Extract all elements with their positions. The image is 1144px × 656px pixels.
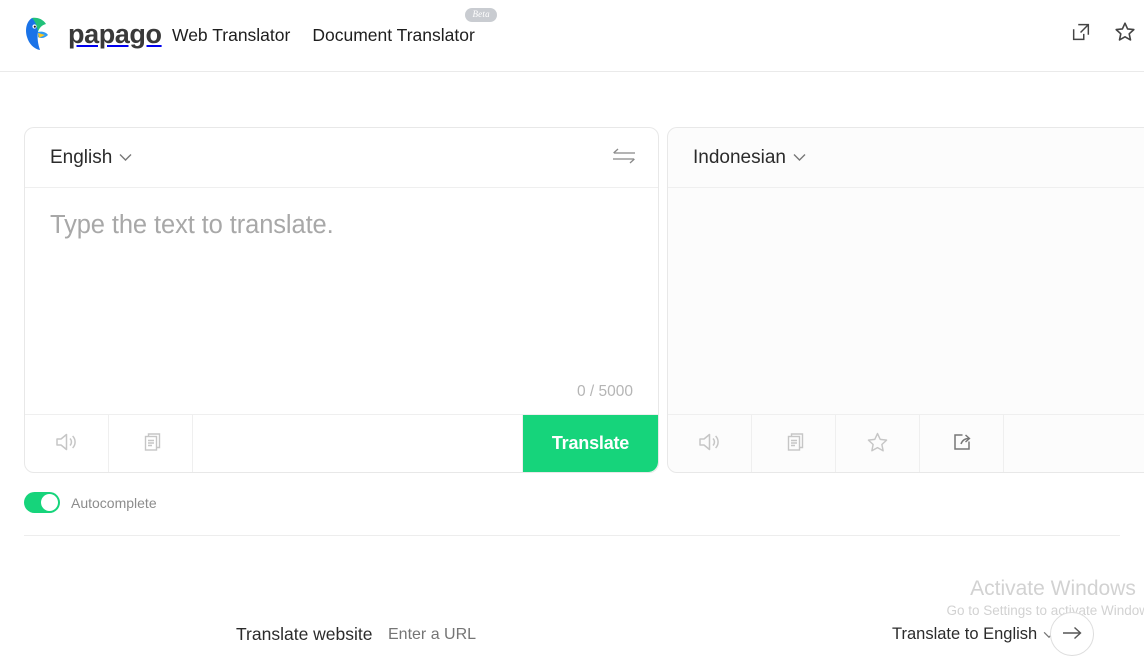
header-actions (1066, 18, 1140, 48)
chevron-down-icon (119, 150, 132, 165)
source-panel-header: English (25, 128, 658, 188)
copy-icon (782, 430, 806, 457)
source-placeholder[interactable]: Type the text to translate. (50, 210, 633, 242)
autocomplete-row: Autocomplete (24, 492, 157, 513)
target-toolbar-spacer (1004, 415, 1144, 472)
app-header: papago Web Translator Document Translato… (0, 0, 1144, 72)
source-panel: English Type the text to translate. 0 (24, 127, 659, 473)
website-target-language-selector[interactable]: Translate to English (892, 625, 1055, 644)
nav-item-document-translator[interactable]: Document Translator Beta (312, 24, 474, 46)
autocomplete-label: Autocomplete (71, 495, 157, 511)
translate-website-label: Translate website (236, 624, 373, 645)
share-icon (950, 430, 974, 457)
website-url-input[interactable] (388, 626, 688, 644)
speaker-icon (54, 431, 80, 456)
target-toolbar (668, 414, 1144, 472)
brand-name: papago (68, 21, 162, 48)
character-counter: 0 / 5000 (577, 383, 633, 401)
target-copy-button[interactable] (752, 415, 836, 472)
target-panel: Indonesian (667, 127, 1144, 473)
papago-parrot-logo-icon (20, 14, 60, 54)
target-language-label: Indonesian (693, 148, 786, 167)
watermark-title: Activate Windows (928, 576, 1144, 602)
autocomplete-toggle[interactable] (24, 492, 60, 513)
nav-link-label[interactable]: Web Translator (172, 25, 290, 45)
main-nav: Web Translator Document Translator Beta (172, 24, 475, 46)
toggle-knob (41, 494, 58, 511)
nav-link-label[interactable]: Document Translator (312, 25, 474, 45)
website-translate-go-button[interactable] (1050, 612, 1094, 656)
nav-item-web-translator[interactable]: Web Translator (172, 24, 290, 46)
copy-icon (139, 430, 163, 457)
source-language-selector[interactable]: English (50, 148, 132, 167)
chevron-down-icon (793, 150, 806, 165)
speaker-icon (697, 431, 723, 456)
translate-button[interactable]: Translate (523, 415, 658, 472)
target-share-button[interactable] (920, 415, 1004, 472)
source-copy-button[interactable] (109, 415, 193, 472)
website-target-language-label: Translate to English (892, 625, 1037, 644)
target-panel-header: Indonesian (668, 128, 1144, 188)
target-favorite-button[interactable] (836, 415, 920, 472)
translate-website-bar: Translate website Translate to English (0, 606, 1144, 640)
target-listen-button[interactable] (668, 415, 752, 472)
star-icon (1113, 20, 1137, 47)
swap-languages-button[interactable] (610, 144, 638, 172)
target-language-selector[interactable]: Indonesian (693, 148, 806, 167)
source-language-label: English (50, 148, 112, 167)
star-icon (865, 430, 890, 458)
source-listen-button[interactable] (25, 415, 109, 472)
favorite-button[interactable] (1110, 18, 1140, 48)
source-toolbar-spacer (193, 415, 523, 472)
open-in-new-window-icon (1070, 21, 1092, 46)
source-text-area-wrap[interactable]: Type the text to translate. 0 / 5000 (25, 188, 658, 415)
arrow-right-icon (1061, 625, 1083, 644)
source-toolbar: Translate (25, 414, 658, 472)
beta-badge: Beta (465, 8, 496, 22)
target-text-area (668, 188, 1144, 415)
open-in-new-window-button[interactable] (1066, 18, 1096, 48)
section-divider (24, 535, 1120, 536)
swap-languages-icon (612, 148, 636, 167)
brand-home-link[interactable]: papago (20, 14, 162, 54)
